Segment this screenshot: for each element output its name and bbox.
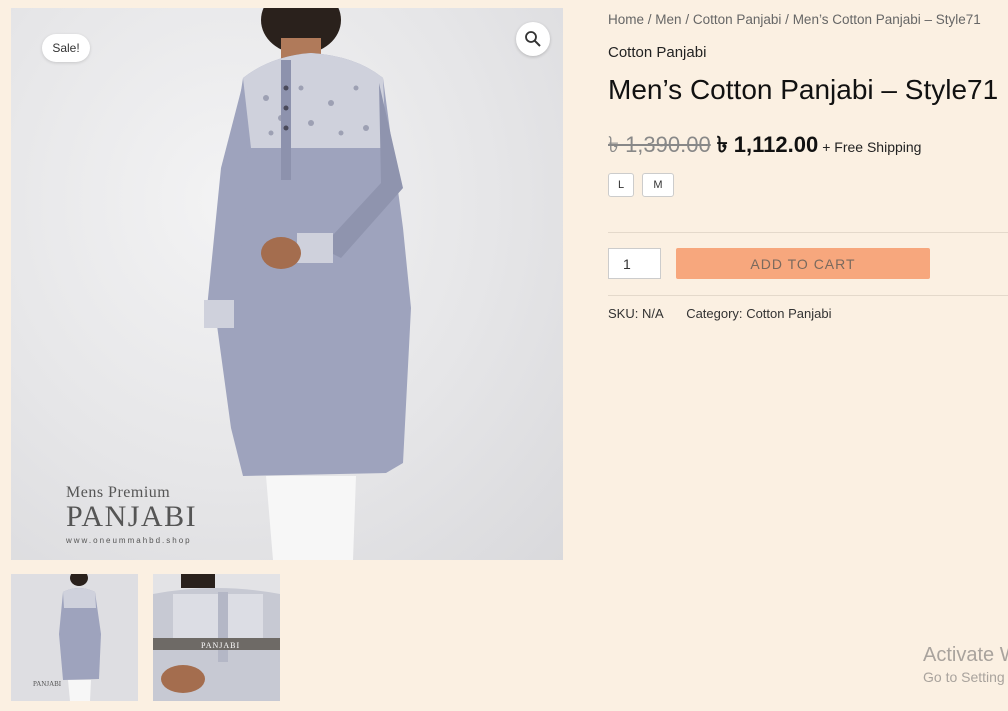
zoom-button[interactable]	[516, 22, 550, 56]
category-meta-link[interactable]: Cotton Panjabi	[746, 306, 831, 321]
thumbnail-1-image: PANJABI	[11, 574, 138, 701]
model-figure	[204, 8, 411, 560]
breadcrumb-men[interactable]: Men	[655, 12, 681, 27]
watermark-line3: www.oneummahbd.shop	[66, 536, 192, 545]
breadcrumb-home[interactable]: Home	[608, 12, 644, 27]
windows-activation-overlay: Activate W Go to Setting	[923, 644, 1008, 685]
watermark-line2: PANJABI	[66, 500, 198, 533]
divider	[608, 232, 1008, 233]
breadcrumb-separator: /	[785, 12, 793, 27]
thumbnail-1[interactable]: PANJABI	[11, 574, 138, 701]
product-meta: SKU: N/A Category: Cotton Panjabi	[608, 306, 831, 321]
category-meta-label: Category:	[686, 306, 743, 321]
product-page: Sale! Mens Premium PANJABI www.oneummahb…	[0, 0, 1008, 711]
breadcrumb: Home / Men / Cotton Panjabi / Men’s Cott…	[608, 12, 981, 27]
breadcrumb-current: Men’s Cotton Panjabi – Style71	[792, 12, 981, 27]
magnifier-icon	[525, 31, 541, 47]
sku-value: N/A	[641, 306, 663, 321]
shipping-note: + Free Shipping	[822, 139, 922, 155]
sale-badge: Sale!	[42, 34, 90, 62]
activation-line1: Activate W	[923, 644, 1008, 666]
activation-line2: Go to Setting	[923, 669, 1005, 685]
quantity-input[interactable]	[608, 248, 661, 279]
original-price: ৳ 1,390.00	[608, 132, 711, 157]
thumbnail-2[interactable]: PANJABI	[153, 574, 280, 701]
main-product-image[interactable]: Sale! Mens Premium PANJABI www.oneummahb…	[11, 8, 563, 560]
thumbnail-2-image	[153, 574, 280, 701]
size-option-l[interactable]: L	[608, 173, 634, 197]
breadcrumb-cotton-panjabi[interactable]: Cotton Panjabi	[693, 12, 782, 27]
product-category-label[interactable]: Cotton Panjabi	[608, 44, 706, 61]
add-to-cart-button[interactable]: ADD TO CART	[676, 248, 930, 279]
image-watermark: Mens Premium PANJABI www.oneummahbd.shop	[66, 484, 197, 545]
sku-label: SKU:	[608, 306, 639, 321]
size-option-m[interactable]: M	[642, 173, 674, 197]
divider	[608, 295, 1008, 296]
size-selector: L M	[608, 173, 674, 197]
sale-price: ৳ 1,112.00	[716, 132, 819, 157]
price-row: ৳ 1,390.00 ৳ 1,112.00 + Free Shipping	[608, 128, 921, 165]
svg-text:PANJABI: PANJABI	[33, 680, 62, 688]
product-title: Men’s Cotton Panjabi – Style71	[608, 74, 999, 105]
thumbnail-2-watermark: PANJABI	[201, 641, 241, 650]
breadcrumb-separator: /	[685, 12, 693, 27]
